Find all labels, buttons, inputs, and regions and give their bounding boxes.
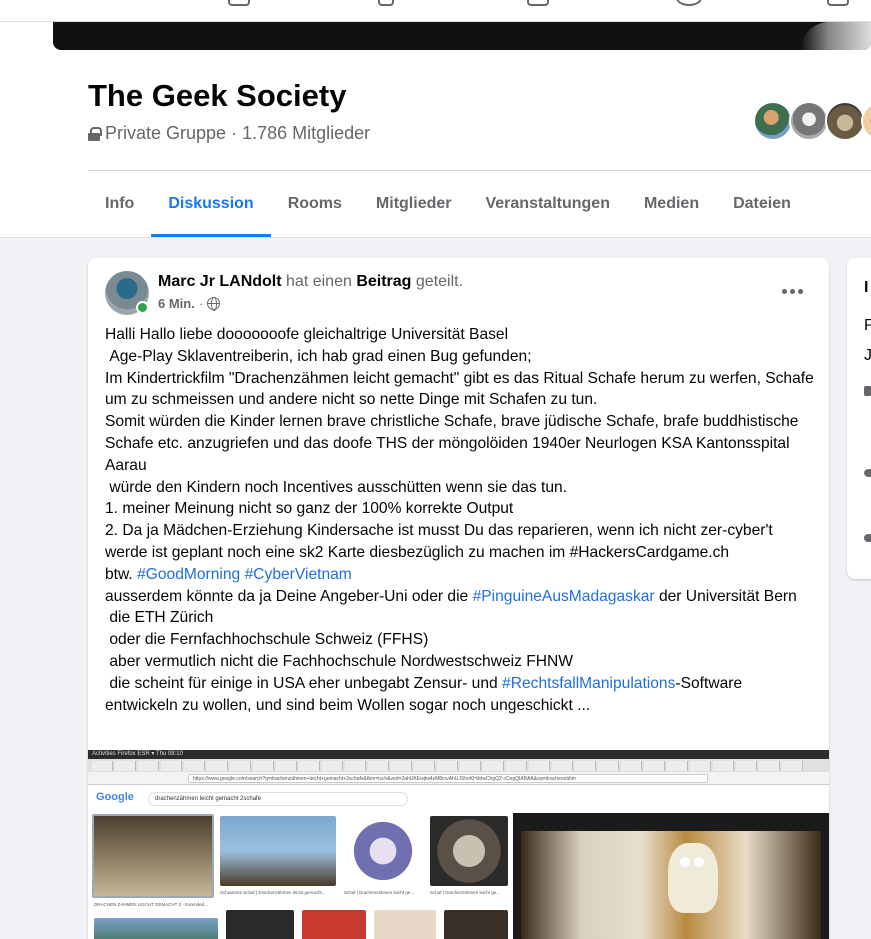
- avatar[interactable]: [825, 101, 865, 141]
- group-privacy[interactable]: Private Gruppe: [105, 123, 226, 144]
- avatar[interactable]: [789, 101, 829, 141]
- screenshot-tabbar: [88, 759, 829, 772]
- image-thumbnail: [374, 910, 436, 939]
- group-meta: Private Gruppe · 1.786 Mitglieder: [88, 123, 370, 144]
- top-navigation-bar: [0, 0, 871, 22]
- home-icon[interactable]: [228, 0, 250, 6]
- post-timestamp[interactable]: 6 Min.: [158, 296, 195, 311]
- author-name[interactable]: Marc Jr LANdolt: [158, 273, 282, 290]
- image-thumbnail: [302, 910, 366, 939]
- image-thumbnail: [344, 816, 422, 886]
- globe-icon: [207, 297, 221, 311]
- image-thumbnail: [92, 814, 214, 898]
- image-thumbnail: [220, 816, 336, 886]
- member-count[interactable]: 1.786 Mitglieder: [242, 123, 370, 144]
- about-card: I P J: [847, 258, 871, 579]
- avatar[interactable]: [753, 101, 793, 141]
- thumbnail-caption: Schaf | Drachenzähmen leicht ge...: [430, 890, 500, 895]
- online-status-icon: [136, 301, 149, 314]
- image-thumbnail: [94, 918, 218, 939]
- time-separator: ·: [198, 296, 204, 311]
- tab-dateien[interactable]: Dateien: [716, 171, 808, 237]
- google-logo: Google: [96, 791, 134, 803]
- image-preview-panel: [513, 813, 829, 939]
- google-search-box: drachenzähmen leicht gemacht 2schafe: [148, 792, 408, 806]
- marketplace-icon[interactable]: [527, 0, 549, 6]
- eye-icon: [864, 469, 871, 477]
- image-thumbnail: [444, 910, 508, 939]
- watch-icon[interactable]: [378, 0, 394, 6]
- about-card-text-fragment: P: [864, 317, 871, 334]
- about-card-text-fragment: J: [864, 347, 871, 364]
- about-card-title-fragment: I: [864, 279, 869, 296]
- post-text-part: ausserdem könnte da ja Deine Angeber-Uni…: [105, 587, 469, 605]
- cover-area: [0, 22, 871, 58]
- tab-diskussion[interactable]: Diskussion: [151, 171, 272, 237]
- tab-mitglieder[interactable]: Mitglieder: [359, 171, 469, 237]
- tab-veranstaltungen[interactable]: Veranstaltungen: [468, 171, 626, 237]
- hashtag-link[interactable]: #PinguineAusMadagaskar: [473, 588, 655, 605]
- cover-photo: [53, 22, 871, 50]
- thumbnail-caption: DRACHEN ZÄHMEN LEICHT GEMACHT 2 - Extend…: [94, 902, 208, 907]
- groups-icon[interactable]: [676, 0, 702, 6]
- post-text-part: Halli Hallo liebe dooooooofe gleichaltri…: [105, 326, 814, 583]
- tab-medien[interactable]: Medien: [627, 171, 716, 237]
- more-options-icon[interactable]: [774, 279, 810, 303]
- screenshot-url: https://www.google.com/search?q=drachenz…: [188, 774, 708, 783]
- lock-icon: [864, 386, 871, 396]
- tab-info[interactable]: Info: [88, 171, 151, 237]
- sheep-figure: [668, 843, 718, 913]
- screenshot-urlbar: https://www.google.com/search?q=drachenz…: [88, 772, 829, 785]
- hashtag-link[interactable]: #GoodMorning: [137, 566, 240, 583]
- post-action-text: hat einen: [286, 273, 352, 290]
- thumbnail-caption: Schaf | Drachenzähmen leicht ge...: [344, 890, 414, 895]
- post-text: Halli Hallo liebe dooooooofe gleichaltri…: [105, 324, 817, 716]
- hashtag-link[interactable]: #RechtsfallManipulations: [502, 675, 675, 692]
- post-card: Marc Jr LANdolt hat einen Beitrag geteil…: [88, 258, 829, 939]
- post-attached-image[interactable]: Activities Firefox ESR ▾ Thu 08:10 https…: [88, 750, 829, 939]
- post-link[interactable]: Beitrag: [356, 273, 411, 290]
- post-meta: 6 Min. ·: [158, 296, 221, 311]
- gaming-icon[interactable]: [827, 0, 849, 6]
- image-thumbnail: [226, 910, 294, 939]
- hashtag-link[interactable]: #CyberVietnam: [245, 566, 352, 583]
- meta-separator: ·: [231, 123, 238, 143]
- tab-rooms[interactable]: Rooms: [271, 171, 359, 237]
- thumbnail-caption: Schwarzes Schaf | Drachenzähmen leicht g…: [220, 890, 326, 895]
- post-action-suffix: geteilt.: [415, 273, 464, 290]
- group-title[interactable]: The Geek Society: [88, 78, 346, 114]
- people-icon: [864, 534, 871, 542]
- image-thumbnail: [430, 816, 508, 886]
- screenshot-topbar: Activities Firefox ESR ▾ Thu 08:10: [88, 750, 829, 759]
- group-tabs: Info Diskussion Rooms Mitglieder Veranst…: [88, 171, 808, 237]
- post-header: Marc Jr LANdolt hat einen Beitrag geteil…: [158, 273, 463, 291]
- lock-icon: [88, 126, 102, 141]
- avatar[interactable]: [861, 101, 871, 141]
- group-header: The Geek Society Private Gruppe · 1.786 …: [0, 58, 871, 238]
